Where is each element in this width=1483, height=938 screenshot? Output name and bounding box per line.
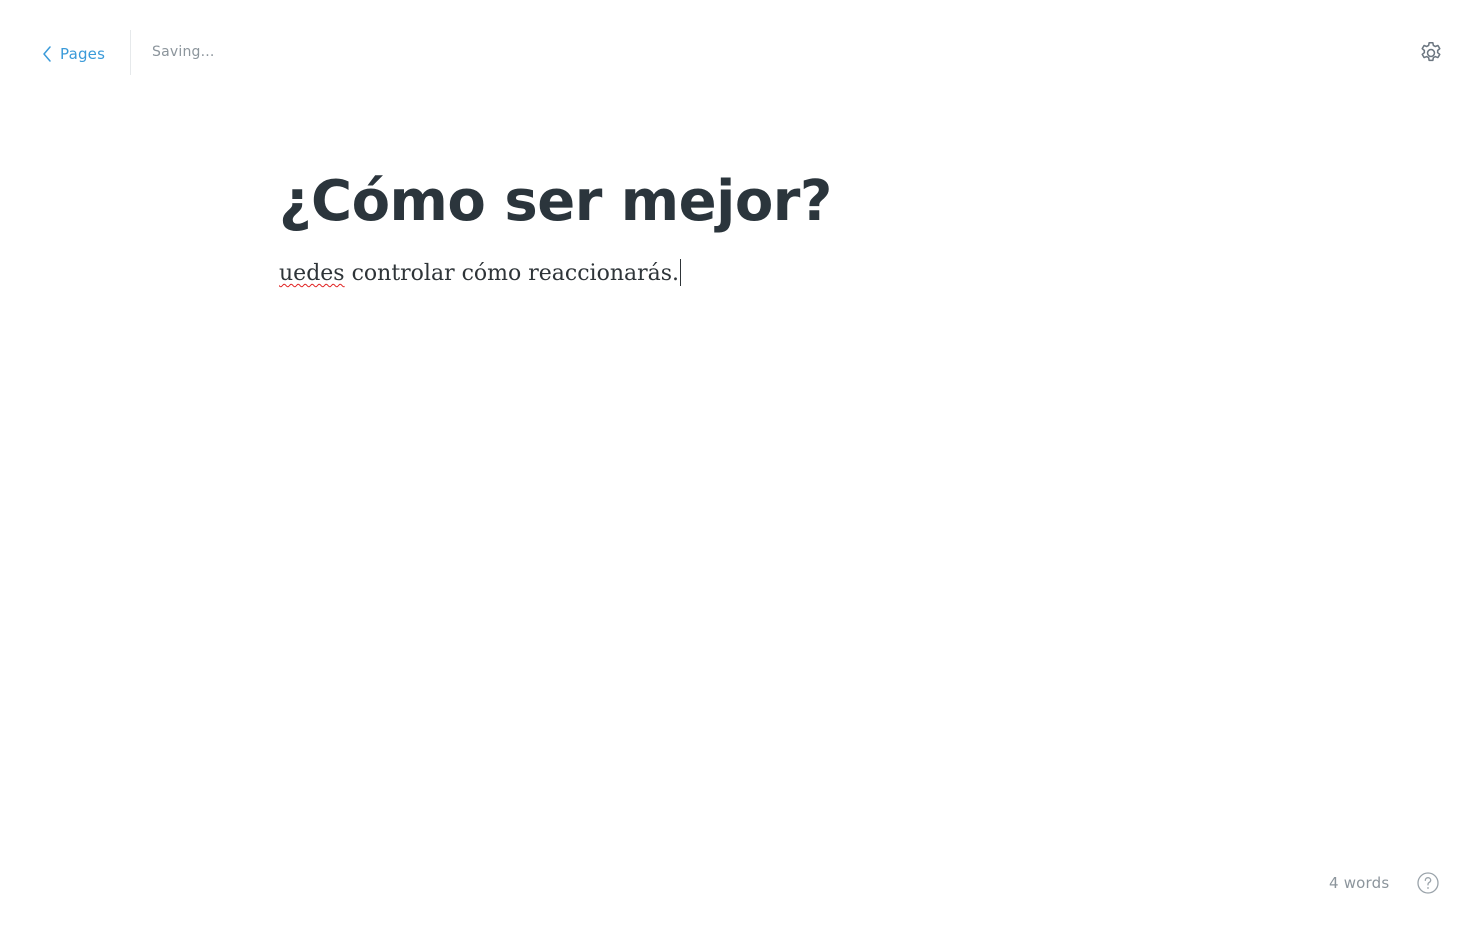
gear-icon [1418, 41, 1444, 70]
question-circle-icon [1416, 872, 1440, 899]
word-count: 4 words [1329, 874, 1390, 892]
document-body[interactable]: uedes controlar cómo reaccionarás. [279, 257, 1204, 291]
toolbar-divider [130, 30, 131, 75]
document-title[interactable]: ¿Cómo ser mejor? [279, 160, 1204, 244]
body-text-rest: controlar cómo reaccionarás. [344, 261, 680, 286]
settings-button[interactable] [1418, 40, 1444, 66]
editor-area[interactable]: ¿Cómo ser mejor? uedes controlar cómo re… [279, 160, 1204, 291]
back-to-pages-button[interactable]: Pages [42, 40, 105, 68]
top-bar: Pages Saving... [0, 0, 1483, 108]
back-label: Pages [60, 45, 106, 63]
help-button[interactable] [1416, 871, 1440, 895]
text-caret [680, 259, 682, 286]
chevron-left-icon [42, 45, 52, 63]
save-status: Saving... [152, 44, 215, 60]
misspelled-word[interactable]: uedes [279, 261, 345, 286]
